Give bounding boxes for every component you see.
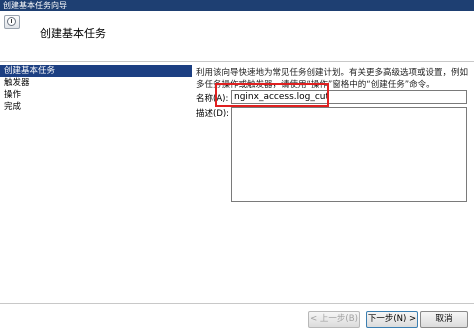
back-button[interactable]: < 上一步(B) [308, 311, 360, 328]
description-label: 描述(D): [196, 109, 230, 119]
name-label: 名称(A): [196, 94, 229, 104]
window-title: 创建基本任务向导 [3, 1, 67, 10]
window-titlebar[interactable]: 创建基本任务向导 [0, 0, 474, 11]
next-button[interactable]: 下一步(N) > [366, 311, 418, 328]
wizard-description: 利用该向导快速地为常见任务创建计划。有关更多高级选项或设置，例如多任务操作或触发… [196, 68, 469, 90]
page-title: 创建基本任务 [40, 27, 106, 40]
task-name-input[interactable]: nginx_access.log_cut [231, 90, 467, 104]
task-description-textarea[interactable] [231, 107, 467, 202]
step-create-basic-task[interactable]: 创建基本任务 [0, 65, 192, 77]
step-finish[interactable]: 完成 [0, 101, 192, 113]
wizard-steps: 创建基本任务 触发器 操作 完成 [0, 62, 192, 302]
wizard-content: 利用该向导快速地为常见任务创建计划。有关更多高级选项或设置，例如多任务操作或触发… [196, 62, 474, 302]
cancel-button[interactable]: 取消 [420, 311, 468, 328]
wizard-footer: < 上一步(B) 下一步(N) > 取消 [0, 304, 474, 334]
step-action[interactable]: 操作 [0, 89, 192, 101]
step-trigger[interactable]: 触发器 [0, 77, 192, 89]
task-scheduler-icon [4, 15, 20, 29]
wizard-header: 创建基本任务 [0, 11, 474, 61]
